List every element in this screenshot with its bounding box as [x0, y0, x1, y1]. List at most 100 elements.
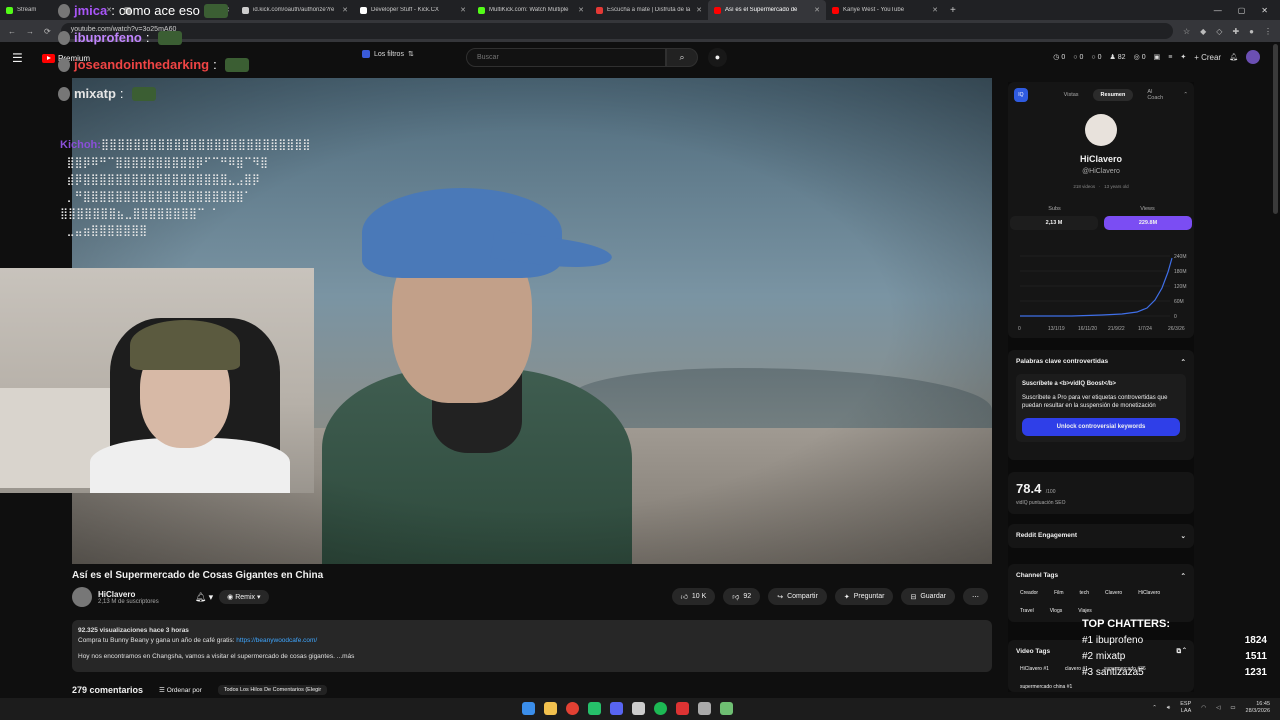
share-button[interactable]: ↪ Compartir [768, 588, 827, 605]
unlock-button[interactable]: Unlock controversial keywords [1022, 418, 1180, 436]
save-button[interactable]: ⊟ Guardar [901, 588, 955, 605]
tab-vistas[interactable]: Vistas [1056, 89, 1087, 101]
meta-years: 13 years old [1104, 184, 1129, 189]
tab-title: MultiKick.com: Watch Multiple [489, 7, 569, 13]
page-scrollbar[interactable] [1273, 44, 1278, 214]
spotify-icon[interactable] [654, 702, 667, 715]
close-tab-icon[interactable]: ✕ [932, 6, 938, 14]
minimize-icon[interactable]: — [1214, 6, 1222, 15]
browser-tab[interactable]: MultiKick.com: Watch Multiple ✕ [472, 0, 590, 20]
close-tab-icon[interactable]: ✕ [814, 6, 820, 14]
obs-icon[interactable] [588, 702, 601, 715]
chevron-up-icon[interactable]: ⌃ [1152, 705, 1157, 711]
channel-tag[interactable]: Viajes [1074, 606, 1096, 616]
close-window-icon[interactable]: ✕ [1261, 6, 1268, 15]
settings-icon[interactable]: ≡ [1168, 54, 1172, 61]
channel-tag[interactable]: Creador [1016, 588, 1042, 598]
filters-button[interactable]: Los filtros ⇅ [362, 50, 414, 58]
app-icon[interactable] [698, 702, 711, 715]
promo-link[interactable]: https://beanywoodcafe.com/ [236, 637, 317, 644]
dislike-button[interactable]: 👎︎ 92 [723, 588, 761, 605]
windows-start-icon[interactable] [522, 702, 535, 715]
app-icon[interactable] [632, 702, 645, 715]
url-field[interactable]: youtube.com/watch?v=3o25mA60 [60, 23, 1173, 39]
vidiq-icon[interactable]: ▣ [1154, 53, 1161, 61]
channel-avatar[interactable] [72, 587, 92, 607]
notifications-icon[interactable]: 🔔︎ [1229, 53, 1238, 61]
more-link[interactable]: ...más [337, 653, 355, 660]
close-tab-icon[interactable]: ✕ [342, 6, 348, 14]
volume-icon[interactable]: 🔊︎ [1167, 705, 1170, 712]
kebab-menu-icon[interactable]: ⋮ [1264, 27, 1272, 36]
app-icon[interactable] [610, 702, 623, 715]
channel-tag[interactable]: HiClavero [1134, 588, 1164, 598]
wifi-icon[interactable]: ◠ [1201, 705, 1206, 711]
app-icon[interactable] [720, 702, 733, 715]
profile-icon[interactable]: ● [1249, 27, 1254, 36]
extension-icon[interactable]: ◇ [1216, 27, 1222, 36]
close-tab-icon[interactable]: ✕ [460, 6, 466, 14]
collapse-icon[interactable]: ⌃ [1181, 572, 1186, 580]
file-explorer-icon[interactable] [544, 702, 557, 715]
share-icon: ↪ [777, 593, 784, 601]
create-button[interactable]: + Crear [1194, 53, 1221, 62]
browser-tab[interactable]: id.kick.com/oauth/authorize?re ✕ [236, 0, 354, 20]
tab-ai-coach[interactable]: AI Coach [1139, 86, 1177, 104]
back-icon[interactable]: ← [8, 27, 16, 36]
language-indicator[interactable]: ESP LAA [1180, 701, 1191, 715]
search-input[interactable] [466, 48, 666, 67]
close-tab-icon[interactable]: ✕ [696, 6, 702, 14]
puzzle-icon[interactable]: ✚ [1232, 27, 1239, 36]
collapse-icon[interactable]: ⌃ [1181, 358, 1186, 366]
collapse-icon[interactable]: ⌃ [1183, 92, 1188, 98]
views-toggle[interactable]: 229.8M [1104, 216, 1192, 230]
like-button[interactable]: 👍︎ 10 K [671, 588, 716, 605]
top-chatters-list: #1 ibuprofeno 1824 #2 mixatp 1511 #3 santiza… [1082, 635, 1267, 678]
subs-toggle[interactable]: 2,13 M [1010, 216, 1098, 230]
hamburger-menu-icon[interactable]: ☰ [12, 51, 32, 65]
extension-icon[interactable]: ✦ [1180, 53, 1186, 61]
channel-tag[interactable]: Film [1050, 588, 1067, 598]
reddit-card[interactable]: Reddit Engagement ⌄ [1008, 524, 1194, 548]
app-icon[interactable] [676, 702, 689, 715]
channel-name[interactable]: HiClavero [98, 590, 159, 599]
speaker-icon[interactable]: ◁ [1216, 705, 1220, 711]
video-tag[interactable]: supermercado china #1 [1016, 682, 1076, 692]
channel-tag[interactable]: Clavero [1101, 588, 1126, 598]
search-icon[interactable]: ⌕ [666, 48, 698, 67]
video-tag[interactable]: HiClavero #1 [1016, 664, 1053, 674]
microphone-icon[interactable]: ● [708, 48, 727, 67]
video-description[interactable]: 92.325 visualizaciones hace 3 horas Comp… [72, 620, 992, 672]
account-avatar[interactable] [1246, 50, 1260, 64]
clock[interactable]: 16:45 28/3/2026 [1246, 701, 1270, 715]
forward-icon[interactable]: → [26, 27, 34, 36]
ascii-art-message: Kichoh:⣿⣿⣿⣿⣿⣿⣿⣿⣿⣿⣿⣿⣿⣿⣿⣿⣿⣿⣿⣿⣿⣿⣿⣿⣿⣿ ⣿⣿⡿⠿⠛⠉… [60, 136, 380, 239]
close-tab-icon[interactable]: ✕ [578, 6, 584, 14]
subscribe-bell-icon[interactable]: 🔔︎ ▾ [195, 592, 213, 603]
browser-tab[interactable]: Escucha a mate | Disfruta de la ✕ [590, 0, 708, 20]
browser-tab[interactable]: Developer Stuff - Kick.CX ✕ [354, 0, 472, 20]
chrome-icon[interactable] [566, 702, 579, 715]
more-actions-icon[interactable]: ⋯ [963, 588, 988, 605]
expand-icon[interactable]: ⌄ [1181, 532, 1186, 540]
browser-tab[interactable]: Así es el Supermercado de ✕ [708, 0, 826, 20]
channel-tag[interactable]: tech [1076, 588, 1093, 598]
browser-tab[interactable]: Kanye West - YouTube ✕ [826, 0, 944, 20]
remix-button[interactable]: ◉ Remix ▾ [219, 590, 269, 604]
bookmark-icon[interactable]: ☆ [1183, 27, 1190, 36]
tab-resumen[interactable]: Resumen [1092, 89, 1134, 101]
channel-tag[interactable]: Travel [1016, 606, 1038, 616]
battery-icon[interactable]: ▭ [1230, 705, 1235, 711]
sort-button[interactable]: ☰ Ordenar por [159, 686, 202, 694]
extension-icon[interactable]: ◆ [1200, 27, 1206, 36]
windows-taskbar: ⌃ 🔊︎ ESP LAA ◠ ◁ ▭ 16:45 28/3/2026 [0, 698, 1280, 720]
reload-icon[interactable]: ⟳ [44, 27, 51, 36]
channel-tag[interactable]: Vlogs [1046, 606, 1067, 616]
new-tab-button[interactable]: + [944, 5, 962, 16]
threads-select[interactable]: Todos Los Hilos De Comentarios (Elegir [217, 685, 328, 695]
ascii-line: ⣿⣿⣿⣿⣿⣿⣿⣦⣀⣿⣿⣿⣿⣿⣿⣿⣿⠉ ⠁ [60, 207, 220, 220]
ask-button[interactable]: ✦ Preguntar [834, 588, 894, 605]
chart-y-tick: 180M [1174, 269, 1187, 275]
maximize-icon[interactable]: ▢ [1238, 6, 1246, 15]
chatter-row: #3 santizaza5 1231 [1082, 667, 1267, 678]
